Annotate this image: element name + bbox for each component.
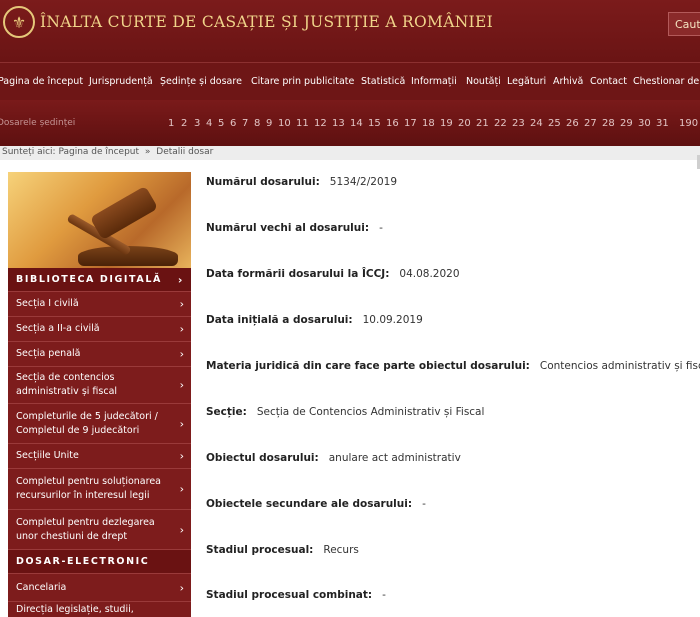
sidebar-item-directia[interactable]: Direcția legislație, studii,: [8, 602, 191, 617]
gavel-icon: [89, 185, 159, 241]
field-data-formarii: Data formării dosarului la ÎCCJ: 04.08.20…: [206, 268, 460, 280]
page-link[interactable]: 28: [602, 118, 615, 129]
sidebar-item-contencios[interactable]: Secția de contencios administrativ și fi…: [8, 367, 191, 404]
coat-of-arms-icon[interactable]: ⚜: [3, 6, 35, 38]
sidebar-item-cancelaria[interactable]: Cancelaria ›: [8, 574, 191, 602]
page-link[interactable]: 7: [242, 118, 248, 129]
chevron-right-icon: ›: [179, 581, 184, 594]
sidebar-item-dezlegare[interactable]: Completul pentru dezlegarea unor chestiu…: [8, 510, 191, 550]
breadcrumb-separator: »: [144, 147, 151, 157]
page-link[interactable]: 8: [254, 118, 260, 129]
page-link[interactable]: 190: [679, 118, 698, 129]
page-link[interactable]: 13: [332, 118, 345, 129]
page-link[interactable]: 5: [218, 118, 224, 129]
breadcrumb-prefix: Sunteți aici:: [2, 147, 56, 157]
page-link[interactable]: 15: [368, 118, 381, 129]
sidebar-item-civil-2[interactable]: Secția a II-a civilă ›: [8, 317, 191, 342]
page-link[interactable]: 18: [422, 118, 435, 129]
page-link[interactable]: 17: [404, 118, 417, 129]
nav-item-citation[interactable]: Citare prin publicitate: [251, 76, 354, 87]
nav-item-survey[interactable]: Chestionar de: [633, 76, 699, 87]
page-link[interactable]: 14: [350, 118, 363, 129]
nav-item-home[interactable]: Pagina de început: [0, 76, 83, 87]
page-link[interactable]: 3: [194, 118, 200, 129]
session-pager: Dosarele ședinței 1 2 3 4 5 6 7 8 9 10 1…: [0, 100, 700, 146]
chevron-right-icon: ›: [179, 322, 184, 336]
field-data-initiala: Data inițială a dosarului: 10.09.2019: [206, 314, 423, 326]
field-materia-juridica: Materia juridică din care face parte obi…: [206, 360, 700, 372]
page-link[interactable]: 21: [476, 118, 489, 129]
page-link[interactable]: 22: [494, 118, 507, 129]
chevron-right-icon: ›: [179, 523, 184, 536]
nav-item-statistics[interactable]: Statistică: [361, 76, 405, 87]
page-link[interactable]: 2: [181, 118, 187, 129]
nav-item-information[interactable]: Informații: [411, 76, 457, 87]
page-link[interactable]: 29: [620, 118, 633, 129]
page-link[interactable]: 1: [168, 118, 174, 129]
page-link[interactable]: 24: [530, 118, 543, 129]
chevron-right-icon: ›: [179, 417, 184, 430]
page-link[interactable]: 26: [566, 118, 579, 129]
search-button[interactable]: Cauta: [668, 12, 700, 36]
chevron-right-icon: ›: [179, 482, 184, 496]
chevron-right-icon: ›: [179, 297, 184, 311]
sidebar-header-dosar-electronic[interactable]: DOSAR-ELECTRONIC: [8, 550, 191, 574]
sidebar-item-completuri[interactable]: Completurile de 5 judecători / Completul…: [8, 404, 191, 444]
breadcrumb-home[interactable]: Pagina de început: [58, 147, 139, 157]
nav-item-archive[interactable]: Arhivă: [553, 76, 583, 87]
field-sectie: Secție: Secția de Contencios Administrati…: [206, 406, 485, 418]
nav-item-jurisprudence[interactable]: Jurisprudență: [89, 76, 153, 87]
field-stadiul-procesual: Stadiul procesual: Recurs: [206, 544, 359, 556]
field-obiectul-dosarului: Obiectul dosarului: anulare act administr…: [206, 452, 461, 464]
gavel-banner-image: [8, 172, 191, 268]
page-link[interactable]: 10: [278, 118, 291, 129]
page-link[interactable]: 6: [230, 118, 236, 129]
nav-item-news[interactable]: Noutăți: [466, 76, 501, 87]
field-numar-vechi: Numărul vechi al dosarului: -: [206, 222, 383, 234]
page-link[interactable]: 9: [266, 118, 272, 129]
nav-item-contact[interactable]: Contact: [590, 76, 627, 87]
site-title[interactable]: ÎNALTA CURTE DE CASAȚIE ȘI JUSTIȚIE A RO…: [40, 13, 493, 31]
page-link[interactable]: 4: [206, 118, 212, 129]
site-header: ⚜ ÎNALTA CURTE DE CASAȚIE ȘI JUSTIȚIE A …: [0, 0, 700, 62]
chevron-right-icon: ›: [177, 273, 184, 286]
breadcrumb: Sunteți aici: Pagina de început » Detali…: [0, 146, 700, 160]
field-obiecte-secundare: Obiectele secundare ale dosarului: -: [206, 498, 426, 510]
page-link[interactable]: 23: [512, 118, 525, 129]
sidebar-item-recursuri[interactable]: Completul pentru soluționarea recursuril…: [8, 469, 191, 510]
chevron-right-icon: ›: [179, 449, 184, 463]
main-nav: Pagina de început Jurisprudență Ședințe …: [0, 62, 700, 101]
nav-item-hearings[interactable]: Ședințe și dosare: [160, 76, 242, 87]
breadcrumb-current: Detalii dosar: [156, 147, 214, 157]
page-link[interactable]: 30: [638, 118, 651, 129]
field-numar-dosar: Numărul dosarului: 5134/2/2019: [206, 176, 397, 188]
field-stadiul-combinat: Stadiul procesual combinat: -: [206, 589, 386, 601]
chevron-right-icon: ›: [179, 347, 184, 361]
page-link[interactable]: 12: [314, 118, 327, 129]
page-link[interactable]: 20: [458, 118, 471, 129]
sidebar: BIBLIOTECA DIGITALĂ › Secția I civilă › …: [8, 172, 191, 617]
page-link[interactable]: 11: [296, 118, 309, 129]
sidebar-item-sectiile-unite[interactable]: Secțiile Unite ›: [8, 444, 191, 469]
sidebar-item-civil-1[interactable]: Secția I civilă ›: [8, 292, 191, 317]
page-link[interactable]: 16: [386, 118, 399, 129]
page-link[interactable]: 27: [584, 118, 597, 129]
page-link[interactable]: 25: [548, 118, 561, 129]
sidebar-item-penal[interactable]: Secția penală ›: [8, 342, 191, 367]
page-link[interactable]: 31: [656, 118, 669, 129]
page-link[interactable]: 19: [440, 118, 453, 129]
nav-item-links[interactable]: Legături: [507, 76, 546, 87]
sidebar-header-digital-library[interactable]: BIBLIOTECA DIGITALĂ ›: [8, 268, 191, 292]
chevron-right-icon: ›: [179, 378, 184, 392]
pager-label: Dosarele ședinței: [0, 118, 76, 128]
